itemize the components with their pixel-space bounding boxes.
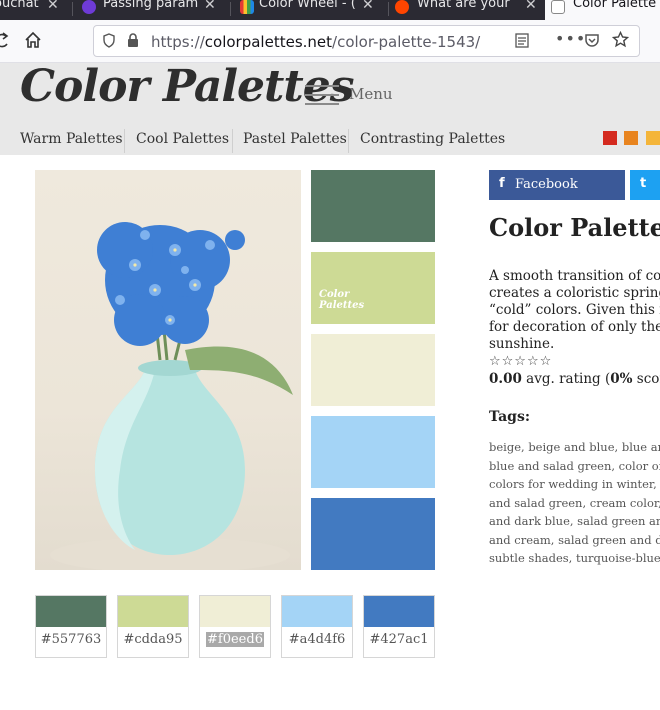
home-icon[interactable] <box>24 31 42 49</box>
palette-swatch-1[interactable] <box>311 170 435 242</box>
color-card-2[interactable]: #cdda95 <box>117 595 189 658</box>
tab-4[interactable]: What are your ✕ <box>392 0 542 20</box>
twitter-icon: t <box>640 176 647 191</box>
color-card-3[interactable]: #f0eed6 <box>199 595 271 658</box>
palette-swatch-2[interactable]: Color Palettes <box>311 252 435 324</box>
hex-code-selected[interactable]: #f0eed6 <box>200 632 270 647</box>
tab-title: ouchat <box>0 0 39 11</box>
tag-line[interactable]: blue and salad green, color of c <box>489 457 660 476</box>
color-square-yellow[interactable] <box>646 131 660 145</box>
close-icon[interactable]: ✕ <box>525 0 537 12</box>
color-chip <box>200 596 270 627</box>
palette-description: A smooth transition of colo creates a co… <box>489 268 660 352</box>
tab-favicon-icon <box>82 0 96 14</box>
menu-label[interactable]: Menu <box>349 85 393 103</box>
color-card-5[interactable]: #427ac1 <box>363 595 435 658</box>
tab-title: Color Wheel - ( <box>259 0 356 11</box>
color-card-4[interactable]: #a4d4f6 <box>281 595 353 658</box>
reader-view-icon[interactable] <box>515 33 529 48</box>
tab-title: Color Palette <box>573 0 657 11</box>
lock-icon[interactable] <box>127 33 139 48</box>
tag-line[interactable]: and salad green, cream color, <box>489 494 660 513</box>
category-nav: Warm Palettes Cool Palettes Pastel Palet… <box>0 127 660 155</box>
palette-photo <box>35 170 301 570</box>
url-bar[interactable]: https://colorpalettes.net/color-palette-… <box>93 25 640 57</box>
pocket-icon[interactable] <box>584 32 600 48</box>
tag-line[interactable]: and dark blue, salad green and <box>489 512 660 531</box>
facebook-share-button[interactable]: f Facebook <box>489 170 625 200</box>
palette-swatch-5[interactable] <box>311 498 435 570</box>
nav-contrasting-palettes[interactable]: Contrasting Palettes <box>360 131 505 147</box>
tab-favicon-icon <box>240 0 254 14</box>
color-square-orange[interactable] <box>624 131 638 145</box>
close-icon[interactable]: ✕ <box>362 0 374 12</box>
tag-line[interactable]: and cream, salad green and de <box>489 531 660 550</box>
hex-code[interactable]: #a4d4f6 <box>282 632 352 647</box>
browser-tab-bar: ouchat ✕ Passing param ✕ Color Wheel - (… <box>0 0 660 20</box>
tab-3[interactable]: Color Wheel - ( ✕ <box>234 0 384 20</box>
site-logo[interactable]: Color Palettes <box>20 61 354 112</box>
color-chip <box>364 596 434 627</box>
bookmark-star-icon[interactable] <box>612 31 629 48</box>
close-icon[interactable]: ✕ <box>47 0 59 12</box>
browser-toolbar: https://colorpalettes.net/color-palette-… <box>0 20 660 63</box>
nav-cool-palettes[interactable]: Cool Palettes <box>136 131 229 147</box>
site-header: Color Palettes Menu Warm Palettes Cool P… <box>0 61 660 155</box>
hex-code[interactable]: #cdda95 <box>118 632 188 647</box>
tab-1[interactable]: ouchat ✕ <box>0 0 68 20</box>
rating-summary: 0.00 avg. rating (0% score <box>489 371 660 387</box>
tags-heading: Tags: <box>489 409 530 425</box>
reload-icon[interactable] <box>0 32 10 50</box>
color-chip <box>36 596 106 627</box>
color-chip <box>118 596 188 627</box>
facebook-icon: f <box>499 176 505 191</box>
shield-icon[interactable] <box>103 33 115 48</box>
nav-warm-palettes[interactable]: Warm Palettes <box>20 131 123 147</box>
facebook-label: Facebook <box>515 177 578 192</box>
color-square-red[interactable] <box>603 131 617 145</box>
url-text[interactable]: https://colorpalettes.net/color-palette-… <box>151 33 480 51</box>
tag-line[interactable]: colors for wedding in winter, c <box>489 475 660 494</box>
flower-vase-image <box>50 222 293 570</box>
palette-title: Color Palette <box>489 213 660 242</box>
hex-code[interactable]: #427ac1 <box>364 632 434 647</box>
tag-line[interactable]: subtle shades, turquoise-blue. <box>489 549 660 568</box>
swatch-watermark: Color Palettes <box>319 289 365 311</box>
tab-active[interactable]: Color Palette <box>545 0 660 20</box>
palette-swatch-3[interactable] <box>311 334 435 406</box>
palette-swatch-4[interactable] <box>311 416 435 488</box>
rating-stars[interactable]: ☆☆☆☆☆ <box>489 354 552 369</box>
site-favicon-icon <box>551 0 565 14</box>
tag-line[interactable]: beige, beige and blue, blue and <box>489 438 660 457</box>
reddit-favicon-icon <box>395 0 409 14</box>
tags-list: beige, beige and blue, blue and blue and… <box>489 438 660 568</box>
close-icon[interactable]: ✕ <box>204 0 216 12</box>
twitter-share-button[interactable]: t <box>630 170 660 200</box>
hex-code[interactable]: #557763 <box>36 632 106 647</box>
color-card-1[interactable]: #557763 <box>35 595 107 658</box>
tab-title: Passing param <box>103 0 199 11</box>
tab-title: What are your <box>417 0 510 11</box>
more-actions-icon[interactable]: ••• <box>555 29 586 48</box>
nav-pastel-palettes[interactable]: Pastel Palettes <box>243 131 347 147</box>
color-chip <box>282 596 352 627</box>
tab-2[interactable]: Passing param ✕ <box>76 0 226 20</box>
hamburger-menu-icon[interactable] <box>305 83 339 107</box>
